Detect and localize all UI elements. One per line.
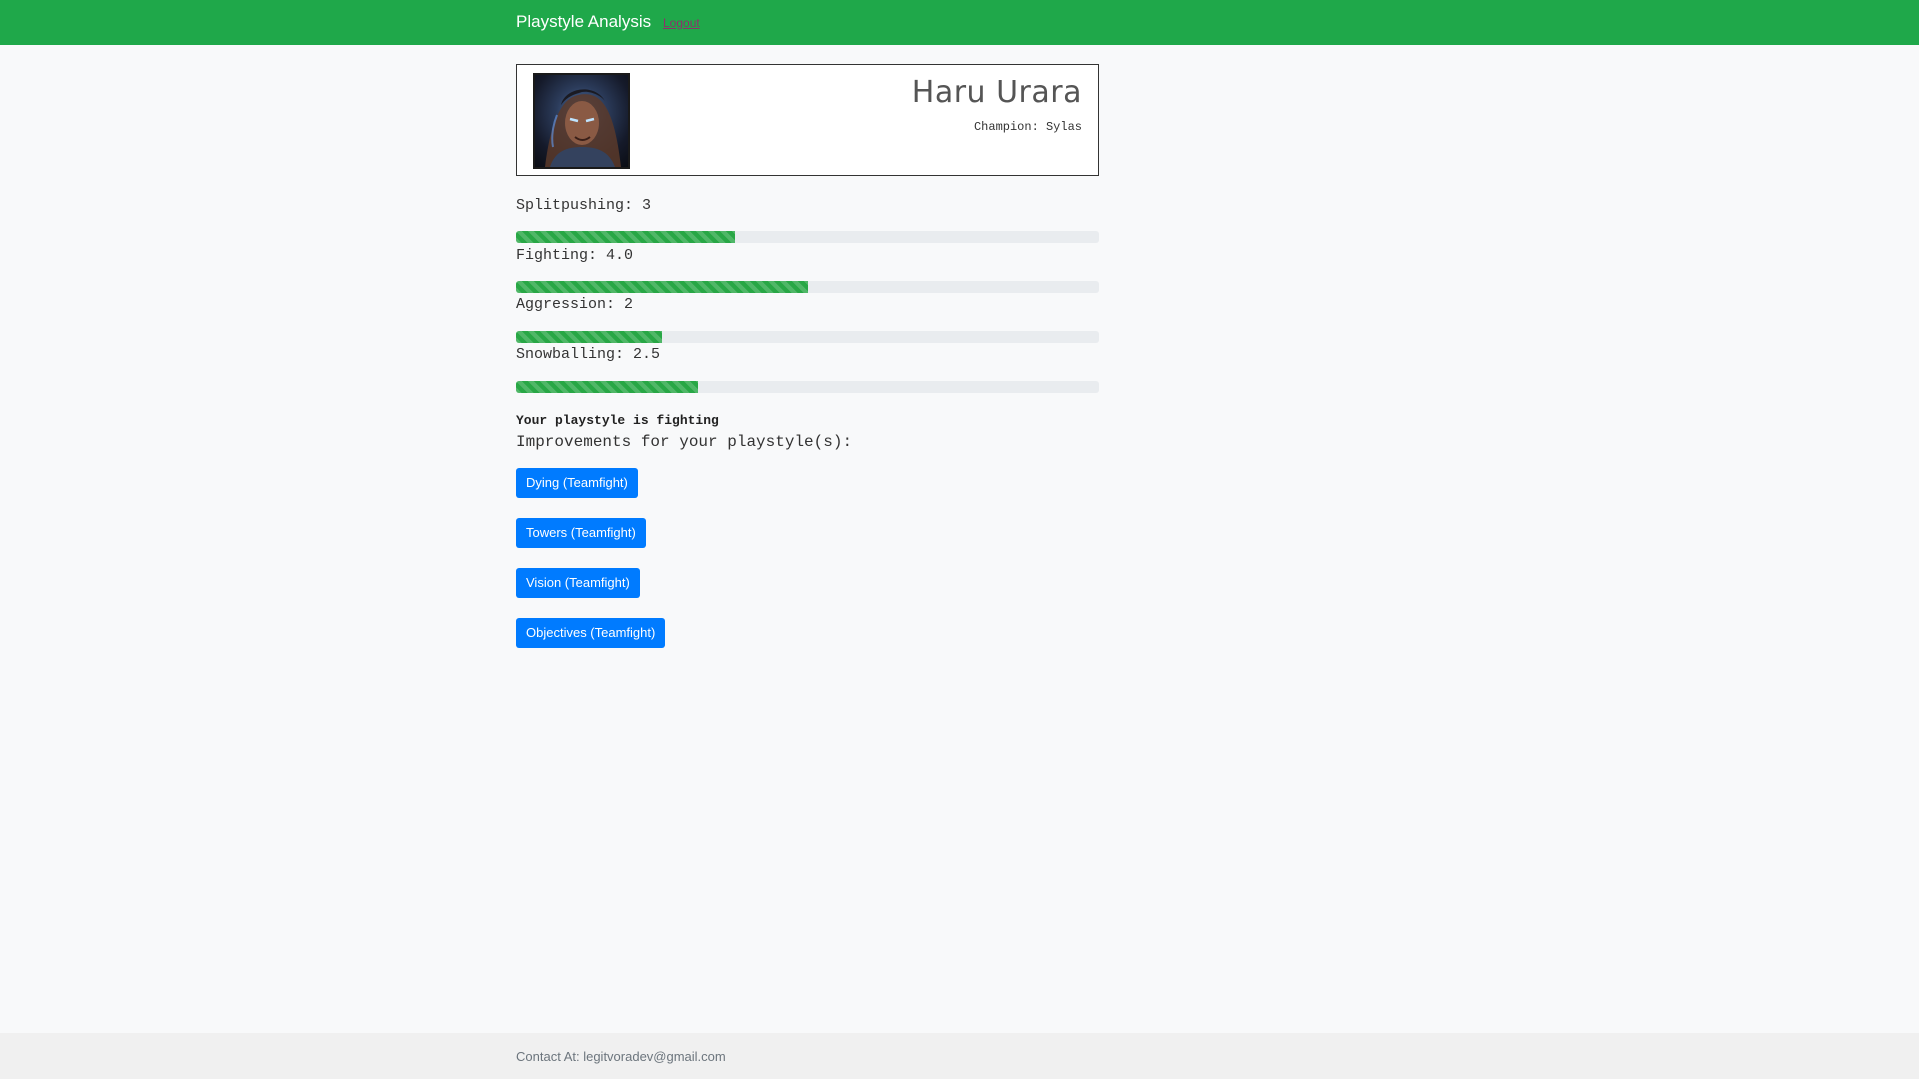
progress-fill-fighting bbox=[516, 281, 808, 293]
brand-link[interactable]: Playstyle Analysis bbox=[516, 12, 651, 32]
contact-text: Contact At: legitvoradev@gmail.com bbox=[516, 1049, 726, 1064]
improvement-button-dying[interactable]: Dying (Teamfight) bbox=[516, 468, 638, 498]
stat-label-splitpushing: Splitpushing: 3 bbox=[516, 197, 652, 214]
champion-portrait-art bbox=[545, 89, 621, 167]
champion-label: Champion: Sylas bbox=[973, 120, 1082, 134]
progress-snowballing bbox=[516, 381, 1099, 393]
champion-portrait-icon bbox=[533, 73, 630, 169]
progress-fill-snowballing bbox=[516, 381, 699, 393]
profile-card: Haru Urara Champion: Sylas bbox=[516, 64, 1099, 176]
improvement-button-objectives[interactable]: Objectives (Teamfight) bbox=[516, 618, 666, 648]
progress-aggression bbox=[516, 331, 1099, 343]
stat-label-snowballing: Snowballing: 2.5 bbox=[516, 346, 661, 363]
logout-link[interactable]: Logout bbox=[663, 16, 700, 30]
summoner-name: Haru Urara bbox=[911, 75, 1082, 110]
top-navbar: Playstyle Analysis Logout bbox=[0, 0, 1919, 45]
improvement-button-vision[interactable]: Vision (Teamfight) bbox=[516, 568, 640, 598]
progress-splitpushing bbox=[516, 231, 1099, 243]
improvements-heading: Improvements for your playstyle(s): bbox=[516, 433, 853, 451]
stat-label-aggression: Aggression: 2 bbox=[516, 296, 634, 313]
progress-fill-aggression bbox=[516, 331, 662, 343]
page-footer: Contact At: legitvoradev@gmail.com bbox=[0, 1033, 1919, 1079]
improvement-button-towers[interactable]: Towers (Teamfight) bbox=[516, 518, 646, 548]
progress-fill-splitpushing bbox=[516, 231, 735, 243]
stat-label-fighting: Fighting: 4.0 bbox=[516, 247, 634, 264]
progress-fighting bbox=[516, 281, 1099, 293]
playstyle-result: Your playstyle is fighting bbox=[516, 413, 719, 428]
